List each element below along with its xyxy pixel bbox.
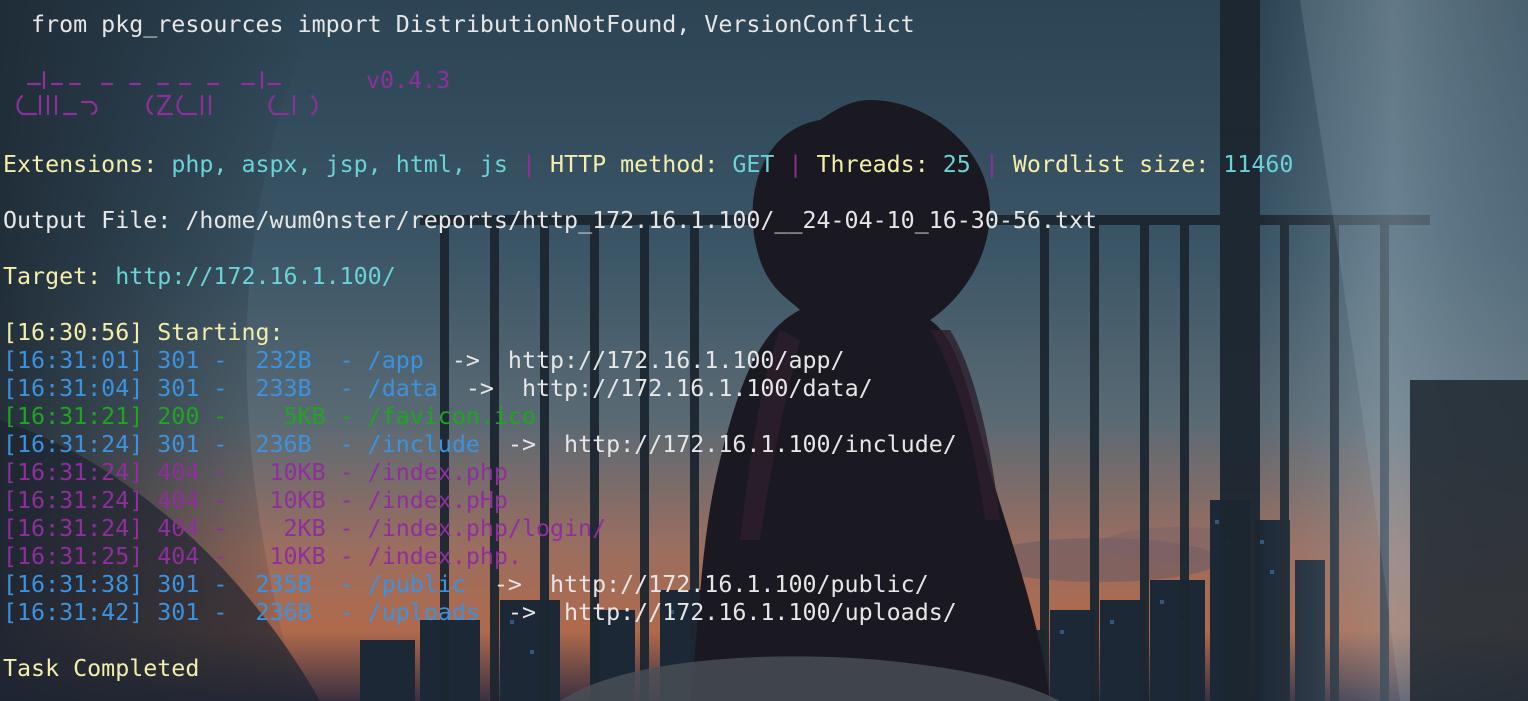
task-completed-line: Task Completed bbox=[3, 655, 200, 682]
starting-line: [16:30:56] Starting: bbox=[3, 319, 284, 346]
result-line: [16:31:24] 301 - 236B - /include -> http… bbox=[3, 431, 957, 459]
result-entry: [16:31:24] 404 - 2KB - /index.php/login/ bbox=[3, 515, 607, 542]
dirsearch-logo bbox=[12, 62, 332, 124]
separator: | bbox=[970, 151, 1013, 178]
result-entry: [16:31:01] 301 - 232B - /app bbox=[3, 347, 424, 374]
http-method-label: HTTP method: bbox=[550, 151, 733, 178]
output-file-line: Output File: /home/wum0nster/reports/htt… bbox=[3, 207, 1097, 235]
redirect-target: -> http://172.16.1.100/uploads/ bbox=[479, 599, 957, 626]
redirect-target: -> http://172.16.1.100/data/ bbox=[437, 375, 873, 402]
result-entry: [16:31:24] 404 - 10KB - /index.php bbox=[3, 459, 508, 486]
target-line: Target: http://172.16.1.100/ bbox=[3, 263, 396, 291]
target-url: http://172.16.1.100/ bbox=[115, 263, 396, 290]
result-entry: [16:31:24] 301 - 236B - /include bbox=[3, 431, 480, 458]
redirect-target: -> http://172.16.1.100/app/ bbox=[423, 347, 845, 374]
result-line: [16:31:01] 301 - 232B - /app -> http://1… bbox=[3, 347, 845, 375]
output-file-path: /home/wum0nster/reports/http_172.16.1.10… bbox=[185, 207, 1098, 234]
target-label: Target: bbox=[3, 263, 116, 290]
extensions-label: Extensions: bbox=[3, 151, 172, 178]
result-line: [16:31:24] 404 - 2KB - /index.php/login/ bbox=[3, 515, 606, 543]
result-entry: [16:31:04] 301 - 233B - /data bbox=[3, 375, 438, 402]
version-label: v0.4.3 bbox=[366, 67, 451, 94]
redirect-target: -> http://172.16.1.100/public/ bbox=[465, 571, 929, 598]
separator: | bbox=[507, 151, 551, 178]
redirect-target: -> http://172.16.1.100/include/ bbox=[479, 431, 957, 458]
result-line: [16:31:21] 200 - 5KB - /favicon.ico bbox=[3, 403, 536, 431]
result-line: [16:31:25] 404 - 10KB - /index.php. bbox=[3, 543, 522, 571]
threads-value: 25 bbox=[942, 151, 971, 178]
config-line: Extensions: php, aspx, jsp, html, js | H… bbox=[3, 151, 1293, 179]
result-line: [16:31:04] 301 - 233B - /data -> http://… bbox=[3, 375, 873, 403]
wordlist-size-value: 11460 bbox=[1223, 151, 1294, 178]
result-entry: [16:31:42] 301 - 236B - /uploads bbox=[3, 599, 480, 626]
result-line: [16:31:42] 301 - 236B - /uploads -> http… bbox=[3, 599, 957, 627]
http-method-value: GET bbox=[732, 151, 775, 178]
terminal-output: from pkg_resources import DistributionNo… bbox=[0, 0, 1528, 701]
result-entry: [16:31:25] 404 - 10KB - /index.php. bbox=[3, 543, 522, 570]
result-line: [16:31:24] 404 - 10KB - /index.php bbox=[3, 459, 508, 487]
result-entry: [16:31:24] 404 - 10KB - /index.pHp bbox=[3, 487, 508, 514]
result-line: [16:31:38] 301 - 235B - /public -> http:… bbox=[3, 571, 929, 599]
extensions-value: php, aspx, jsp, html, js bbox=[171, 151, 508, 178]
wordlist-size-label: Wordlist size: bbox=[1012, 151, 1224, 178]
result-entry: [16:31:38] 301 - 235B - /public bbox=[3, 571, 466, 598]
result-line: [16:31:24] 404 - 10KB - /index.pHp bbox=[3, 487, 508, 515]
threads-label: Threads: bbox=[816, 151, 943, 178]
warning-line: from pkg_resources import DistributionNo… bbox=[3, 11, 915, 38]
result-entry: [16:31:21] 200 - 5KB - /favicon.ico bbox=[3, 403, 536, 430]
separator: | bbox=[774, 151, 817, 178]
output-file-label: Output File: bbox=[3, 207, 186, 234]
